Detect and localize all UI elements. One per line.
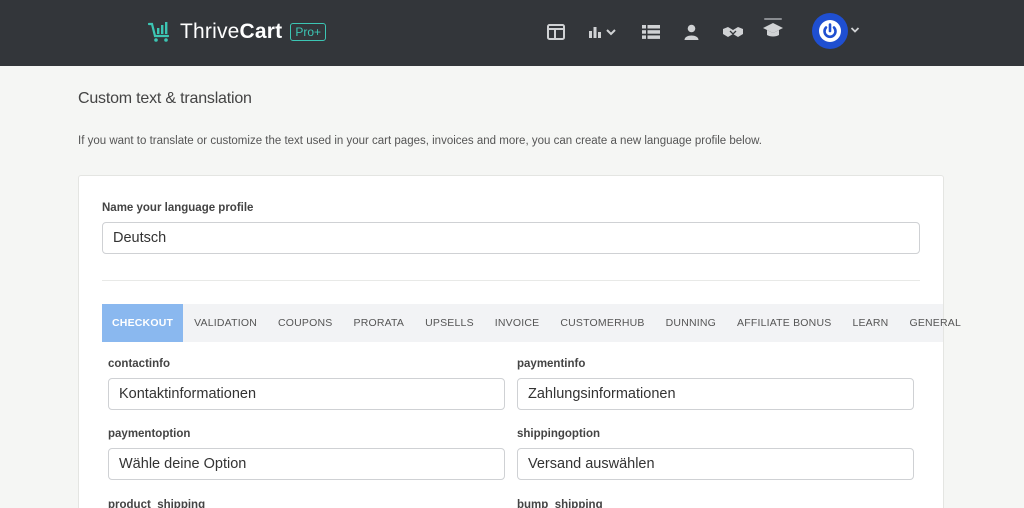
top-navigation-bar: ThriveCart Pro+ [0,0,1024,66]
chevron-down-icon[interactable] [850,26,860,34]
field-input-paymentinfo[interactable]: Zahlungsinformationen [517,378,914,410]
field-input-shippingoption[interactable]: Versand auswählen [517,448,914,480]
user-icon[interactable] [683,20,699,44]
divider [102,280,920,281]
field-label-paymentoption: paymentoption [108,428,191,440]
field-label-shippingoption: shippingoption [517,428,601,440]
field-label-contactinfo: contactinfo [108,358,170,370]
tab-coupons[interactable]: COUPONS [278,304,333,342]
tab-checkout[interactable]: CHECKOUT [102,304,184,342]
tab-customerhub[interactable]: CUSTOMERHUB [560,304,644,342]
field-input-contactinfo[interactable]: Kontaktinformationen [108,378,505,410]
dashboard-icon[interactable] [546,20,566,44]
affiliates-icon[interactable] [722,20,744,44]
analytics-icon[interactable] [588,20,618,44]
tab-validation[interactable]: VALIDATION [194,304,257,342]
page-description: If you want to translate or customize th… [78,135,762,147]
profile-name-label: Name your language profile [102,202,254,214]
thrivecart-logo[interactable]: ThriveCart Pro+ [148,18,327,46]
tab-invoice[interactable]: INVOICE [495,304,540,342]
account-avatar[interactable] [812,13,848,49]
translation-tabs: CHECKOUT VALIDATION COUPONS PRORATA UPSE… [102,304,961,342]
power-icon [819,20,841,42]
tab-learn[interactable]: LEARN [852,304,888,342]
tab-affiliate-bonus[interactable]: AFFILIATE BONUS [737,304,831,342]
learn-icon[interactable] [761,16,785,40]
tab-upsells[interactable]: UPSELLS [425,304,474,342]
logo-wordmark-part-2: Cart [239,20,283,43]
tab-prorata[interactable]: PRORATA [353,304,404,342]
field-label-product-shipping: product_shipping [108,499,206,508]
page-title: Custom text & translation [78,90,252,107]
logo-wordmark-part-1: Thrive [180,20,240,43]
products-icon[interactable] [642,20,660,44]
profile-name-input[interactable]: Deutsch [102,222,920,254]
logo-wordmark: ThriveCart [180,20,282,44]
pro-plus-badge: Pro+ [290,23,327,41]
tab-general[interactable]: GENERAL [909,304,961,342]
field-label-paymentinfo: paymentinfo [517,358,586,370]
field-label-bump-shipping: bump_shipping [517,499,603,508]
field-input-paymentoption[interactable]: Wähle deine Option [108,448,505,480]
cart-logo-icon [148,22,170,42]
tab-dunning[interactable]: DUNNING [666,304,716,342]
